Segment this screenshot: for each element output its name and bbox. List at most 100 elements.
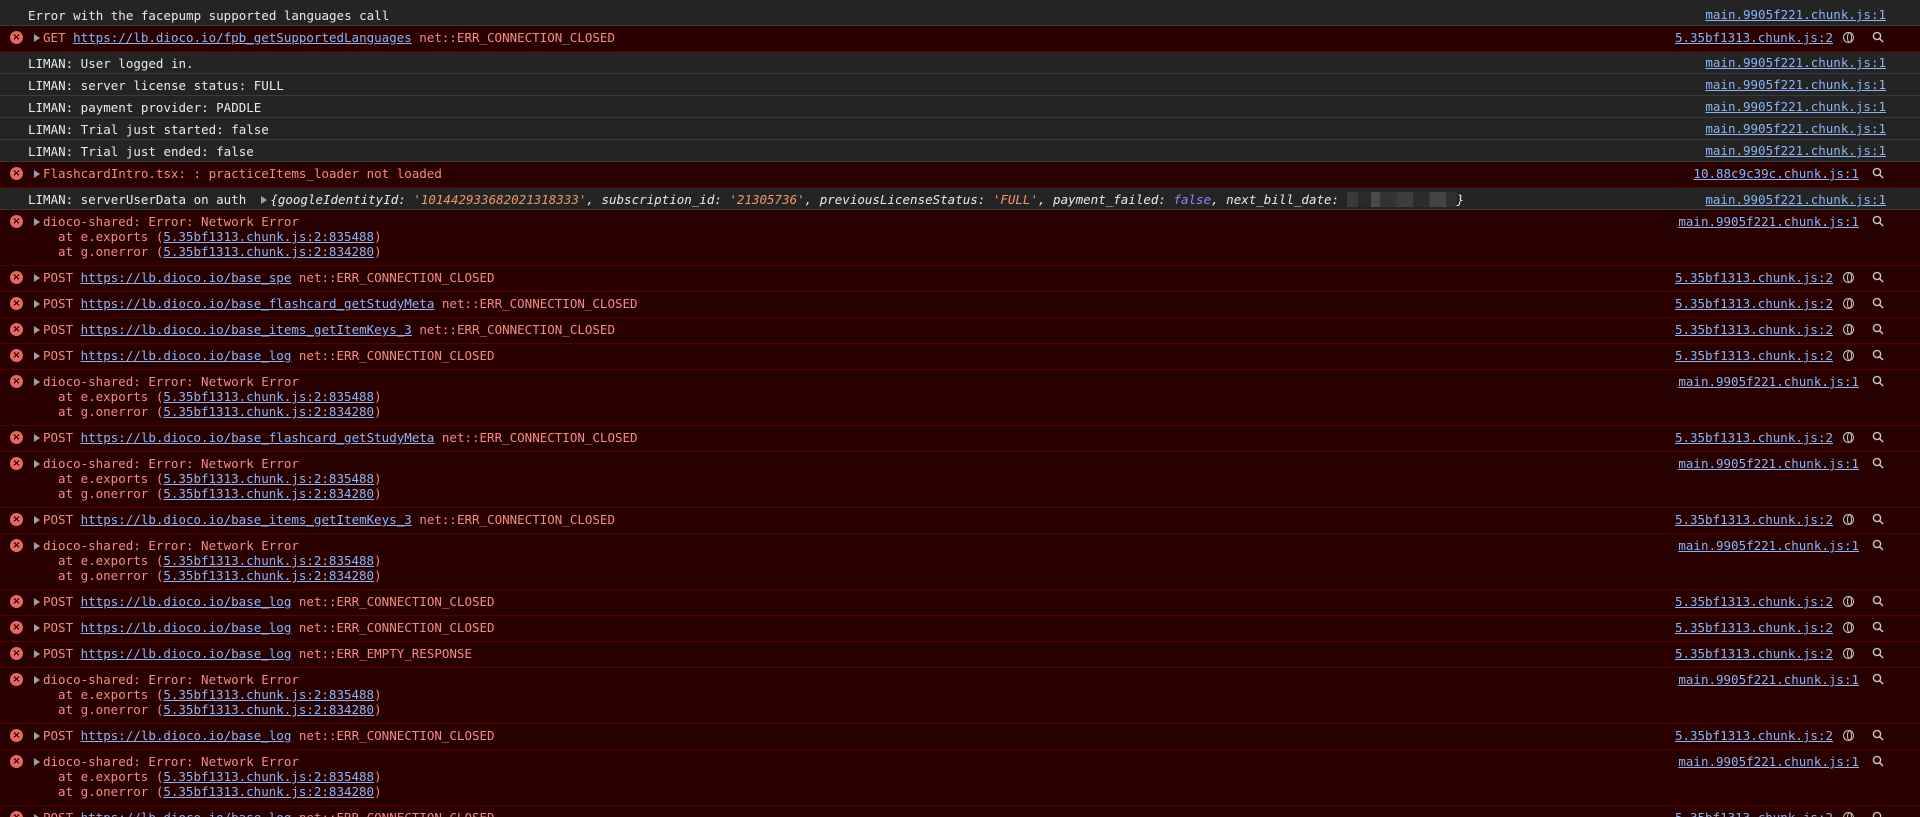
network-globe-icon[interactable] bbox=[1843, 596, 1854, 607]
source-link[interactable]: 10.88c9c39c.chunk.js:1 bbox=[1693, 166, 1859, 181]
stack-frame-link[interactable]: 5.35bf1313.chunk.js:2:834280 bbox=[163, 486, 374, 501]
request-url-link[interactable]: https://lb.dioco.io/base_spe bbox=[81, 270, 292, 285]
expand-triangle-icon[interactable] bbox=[34, 676, 40, 684]
source-link[interactable]: 5.35bf1313.chunk.js:2 bbox=[1675, 810, 1833, 817]
source-link[interactable]: main.9905f221.chunk.js:1 bbox=[1705, 55, 1886, 70]
request-url-link[interactable]: https://lb.dioco.io/base_log bbox=[81, 348, 292, 363]
stack-frame-link[interactable]: 5.35bf1313.chunk.js:2:835488 bbox=[163, 389, 374, 404]
source-link[interactable]: main.9905f221.chunk.js:1 bbox=[1705, 143, 1886, 158]
source-link[interactable]: main.9905f221.chunk.js:1 bbox=[1678, 374, 1859, 389]
network-globe-icon[interactable] bbox=[1843, 272, 1854, 283]
source-link[interactable]: main.9905f221.chunk.js:1 bbox=[1705, 7, 1886, 22]
network-globe-icon[interactable] bbox=[1843, 324, 1854, 335]
expand-triangle-icon[interactable] bbox=[261, 196, 268, 204]
expand-triangle-icon[interactable] bbox=[34, 650, 40, 658]
search-icon[interactable] bbox=[1872, 621, 1884, 633]
expand-triangle-icon[interactable] bbox=[34, 274, 40, 282]
request-url-link[interactable]: https://lb.dioco.io/fpb_getSupportedLang… bbox=[73, 30, 412, 45]
source-link[interactable]: 5.35bf1313.chunk.js:2 bbox=[1675, 270, 1833, 285]
expand-triangle-icon[interactable] bbox=[34, 378, 40, 386]
object-preview[interactable]: {googleIdentityId: '10144293368202131833… bbox=[270, 192, 1464, 207]
source-link[interactable]: main.9905f221.chunk.js:1 bbox=[1678, 538, 1859, 553]
source-link[interactable]: 5.35bf1313.chunk.js:2 bbox=[1675, 512, 1833, 527]
expand-triangle-icon[interactable] bbox=[34, 598, 40, 606]
source-link[interactable]: main.9905f221.chunk.js:1 bbox=[1678, 754, 1859, 769]
source-link[interactable]: main.9905f221.chunk.js:1 bbox=[1678, 214, 1859, 229]
expand-triangle-icon[interactable] bbox=[34, 624, 40, 632]
network-globe-icon[interactable] bbox=[1843, 350, 1854, 361]
stack-frame-link[interactable]: 5.35bf1313.chunk.js:2:835488 bbox=[163, 553, 374, 568]
expand-triangle-icon[interactable] bbox=[34, 300, 40, 308]
search-icon[interactable] bbox=[1872, 673, 1884, 685]
expand-triangle-icon[interactable] bbox=[34, 352, 40, 360]
search-icon[interactable] bbox=[1872, 31, 1884, 43]
request-url-link[interactable]: https://lb.dioco.io/base_log bbox=[81, 594, 292, 609]
request-url-link[interactable]: https://lb.dioco.io/base_log bbox=[81, 620, 292, 635]
search-icon[interactable] bbox=[1872, 595, 1884, 607]
search-icon[interactable] bbox=[1872, 323, 1884, 335]
request-url-link[interactable]: https://lb.dioco.io/base_flashcard_getSt… bbox=[81, 430, 435, 445]
stack-frame-link[interactable]: 5.35bf1313.chunk.js:2:835488 bbox=[163, 687, 374, 702]
source-link[interactable]: main.9905f221.chunk.js:1 bbox=[1705, 77, 1886, 92]
stack-frame-link[interactable]: 5.35bf1313.chunk.js:2:835488 bbox=[163, 229, 374, 244]
network-globe-icon[interactable] bbox=[1843, 432, 1854, 443]
source-link[interactable]: 5.35bf1313.chunk.js:2 bbox=[1675, 594, 1833, 609]
search-icon[interactable] bbox=[1872, 513, 1884, 525]
stack-frame-link[interactable]: 5.35bf1313.chunk.js:2:834280 bbox=[163, 568, 374, 583]
expand-triangle-icon[interactable] bbox=[34, 34, 40, 42]
search-icon[interactable] bbox=[1872, 811, 1884, 817]
search-icon[interactable] bbox=[1872, 539, 1884, 551]
source-link[interactable]: 5.35bf1313.chunk.js:2 bbox=[1675, 30, 1833, 45]
search-icon[interactable] bbox=[1872, 755, 1884, 767]
source-link[interactable]: 5.35bf1313.chunk.js:2 bbox=[1675, 620, 1833, 635]
source-link[interactable]: main.9905f221.chunk.js:1 bbox=[1678, 672, 1859, 687]
source-link[interactable]: 5.35bf1313.chunk.js:2 bbox=[1675, 728, 1833, 743]
request-url-link[interactable]: https://lb.dioco.io/base_log bbox=[81, 810, 292, 817]
source-link[interactable]: main.9905f221.chunk.js:1 bbox=[1705, 192, 1886, 207]
network-globe-icon[interactable] bbox=[1843, 298, 1854, 309]
request-url-link[interactable]: https://lb.dioco.io/base_log bbox=[81, 728, 292, 743]
search-icon[interactable] bbox=[1872, 167, 1884, 179]
stack-frame-link[interactable]: 5.35bf1313.chunk.js:2:835488 bbox=[163, 471, 374, 486]
request-url-link[interactable]: https://lb.dioco.io/base_log bbox=[81, 646, 292, 661]
search-icon[interactable] bbox=[1872, 431, 1884, 443]
search-icon[interactable] bbox=[1872, 729, 1884, 741]
network-globe-icon[interactable] bbox=[1843, 730, 1854, 741]
source-link[interactable]: main.9905f221.chunk.js:1 bbox=[1705, 121, 1886, 136]
stack-frame-link[interactable]: 5.35bf1313.chunk.js:2:834280 bbox=[163, 244, 374, 259]
source-link[interactable]: 5.35bf1313.chunk.js:2 bbox=[1675, 430, 1833, 445]
request-url-link[interactable]: https://lb.dioco.io/base_items_getItemKe… bbox=[81, 512, 412, 527]
search-icon[interactable] bbox=[1872, 349, 1884, 361]
search-icon[interactable] bbox=[1872, 297, 1884, 309]
source-link[interactable]: 5.35bf1313.chunk.js:2 bbox=[1675, 348, 1833, 363]
expand-triangle-icon[interactable] bbox=[34, 434, 40, 442]
network-globe-icon[interactable] bbox=[1843, 648, 1854, 659]
stack-frame-link[interactable]: 5.35bf1313.chunk.js:2:834280 bbox=[163, 702, 374, 717]
request-url-link[interactable]: https://lb.dioco.io/base_items_getItemKe… bbox=[81, 322, 412, 337]
expand-triangle-icon[interactable] bbox=[34, 758, 40, 766]
expand-triangle-icon[interactable] bbox=[34, 516, 40, 524]
source-link[interactable]: 5.35bf1313.chunk.js:2 bbox=[1675, 296, 1833, 311]
source-link[interactable]: main.9905f221.chunk.js:1 bbox=[1705, 99, 1886, 114]
search-icon[interactable] bbox=[1872, 215, 1884, 227]
stack-frame-link[interactable]: 5.35bf1313.chunk.js:2:834280 bbox=[163, 404, 374, 419]
network-globe-icon[interactable] bbox=[1843, 32, 1854, 43]
expand-triangle-icon[interactable] bbox=[34, 732, 40, 740]
expand-triangle-icon[interactable] bbox=[34, 326, 40, 334]
stack-frame-link[interactable]: 5.35bf1313.chunk.js:2:834280 bbox=[163, 784, 374, 799]
expand-triangle-icon[interactable] bbox=[34, 542, 40, 550]
expand-triangle-icon[interactable] bbox=[34, 460, 40, 468]
request-url-link[interactable]: https://lb.dioco.io/base_flashcard_getSt… bbox=[81, 296, 435, 311]
network-globe-icon[interactable] bbox=[1843, 812, 1854, 817]
search-icon[interactable] bbox=[1872, 457, 1884, 469]
expand-triangle-icon[interactable] bbox=[34, 218, 40, 226]
network-globe-icon[interactable] bbox=[1843, 622, 1854, 633]
expand-triangle-icon[interactable] bbox=[34, 170, 40, 178]
search-icon[interactable] bbox=[1872, 271, 1884, 283]
source-link[interactable]: 5.35bf1313.chunk.js:2 bbox=[1675, 646, 1833, 661]
source-link[interactable]: main.9905f221.chunk.js:1 bbox=[1678, 456, 1859, 471]
source-link[interactable]: 5.35bf1313.chunk.js:2 bbox=[1675, 322, 1833, 337]
stack-frame-link[interactable]: 5.35bf1313.chunk.js:2:835488 bbox=[163, 769, 374, 784]
network-globe-icon[interactable] bbox=[1843, 514, 1854, 525]
search-icon[interactable] bbox=[1872, 375, 1884, 387]
